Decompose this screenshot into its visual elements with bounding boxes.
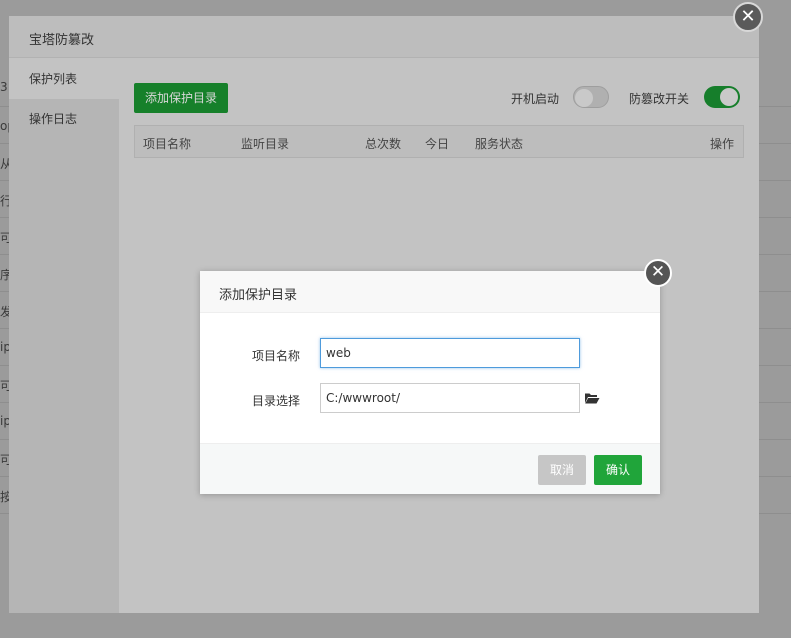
protect-table-header: 项目名称 监听目录 总次数 今日 服务状态 操作 (134, 125, 744, 158)
dialog-close-button[interactable]: ✕ (644, 259, 672, 287)
add-protect-dir-button[interactable]: 添加保护目录 (134, 83, 228, 113)
bg-text-fragment: 序 (0, 268, 9, 282)
dialog-title: 添加保护目录 (219, 288, 298, 303)
sidebar: 保护列表 操作日志 (9, 59, 119, 613)
window-title: 宝塔防篡改 (29, 33, 95, 48)
dialog-titlebar: 添加保护目录 (200, 271, 660, 313)
bg-text-fragment: 按 (0, 490, 9, 504)
bg-text-fragment: 可 (0, 379, 9, 393)
toggle-knob (575, 89, 593, 107)
project-name-label: 项目名称 (252, 349, 301, 363)
toggle-knob (720, 88, 738, 106)
bg-text-fragment: op (0, 119, 9, 133)
dir-path-input[interactable] (320, 383, 580, 413)
confirm-button[interactable]: 确认 (594, 455, 642, 485)
bg-text-fragment: ip (0, 340, 9, 354)
dialog-footer: 取消 确认 (200, 443, 660, 494)
bg-text-fragment: 从 (0, 157, 9, 171)
bg-text-fragment: 发 (0, 305, 9, 319)
sidebar-item-operation-log[interactable]: 操作日志 (9, 99, 119, 139)
project-name-input[interactable] (320, 338, 580, 368)
tamper-switch-label: 防篡改开关 (629, 92, 690, 106)
column-header-status: 服务状态 (475, 137, 524, 151)
bg-text-fragment: 3 (0, 80, 8, 94)
bg-text-fragment: 行 (0, 194, 9, 208)
column-header-today: 今日 (425, 137, 450, 151)
window-titlebar: 宝塔防篡改 (9, 16, 759, 58)
bg-text-fragment: 可 (0, 231, 9, 245)
bg-text-fragment: ip (0, 414, 9, 428)
add-protect-dir-dialog: 添加保护目录 项目名称 目录选择 取消 确认 (200, 271, 660, 494)
cancel-button[interactable]: 取消 (538, 455, 586, 485)
bg-text-fragment: 可 (0, 453, 9, 467)
boot-start-label: 开机启动 (511, 92, 560, 106)
column-header-name: 项目名称 (143, 137, 192, 151)
boot-start-toggle[interactable] (573, 86, 609, 108)
window-close-button[interactable]: ✕ (733, 2, 763, 32)
folder-open-icon[interactable] (584, 391, 600, 405)
sidebar-item-protect-list[interactable]: 保护列表 (9, 59, 119, 99)
tamper-switch-toggle[interactable] (704, 86, 740, 108)
column-header-dir: 监听目录 (241, 137, 290, 151)
column-header-actions: 操作 (710, 137, 735, 151)
column-header-total: 总次数 (365, 137, 402, 151)
dir-select-label: 目录选择 (252, 394, 301, 408)
